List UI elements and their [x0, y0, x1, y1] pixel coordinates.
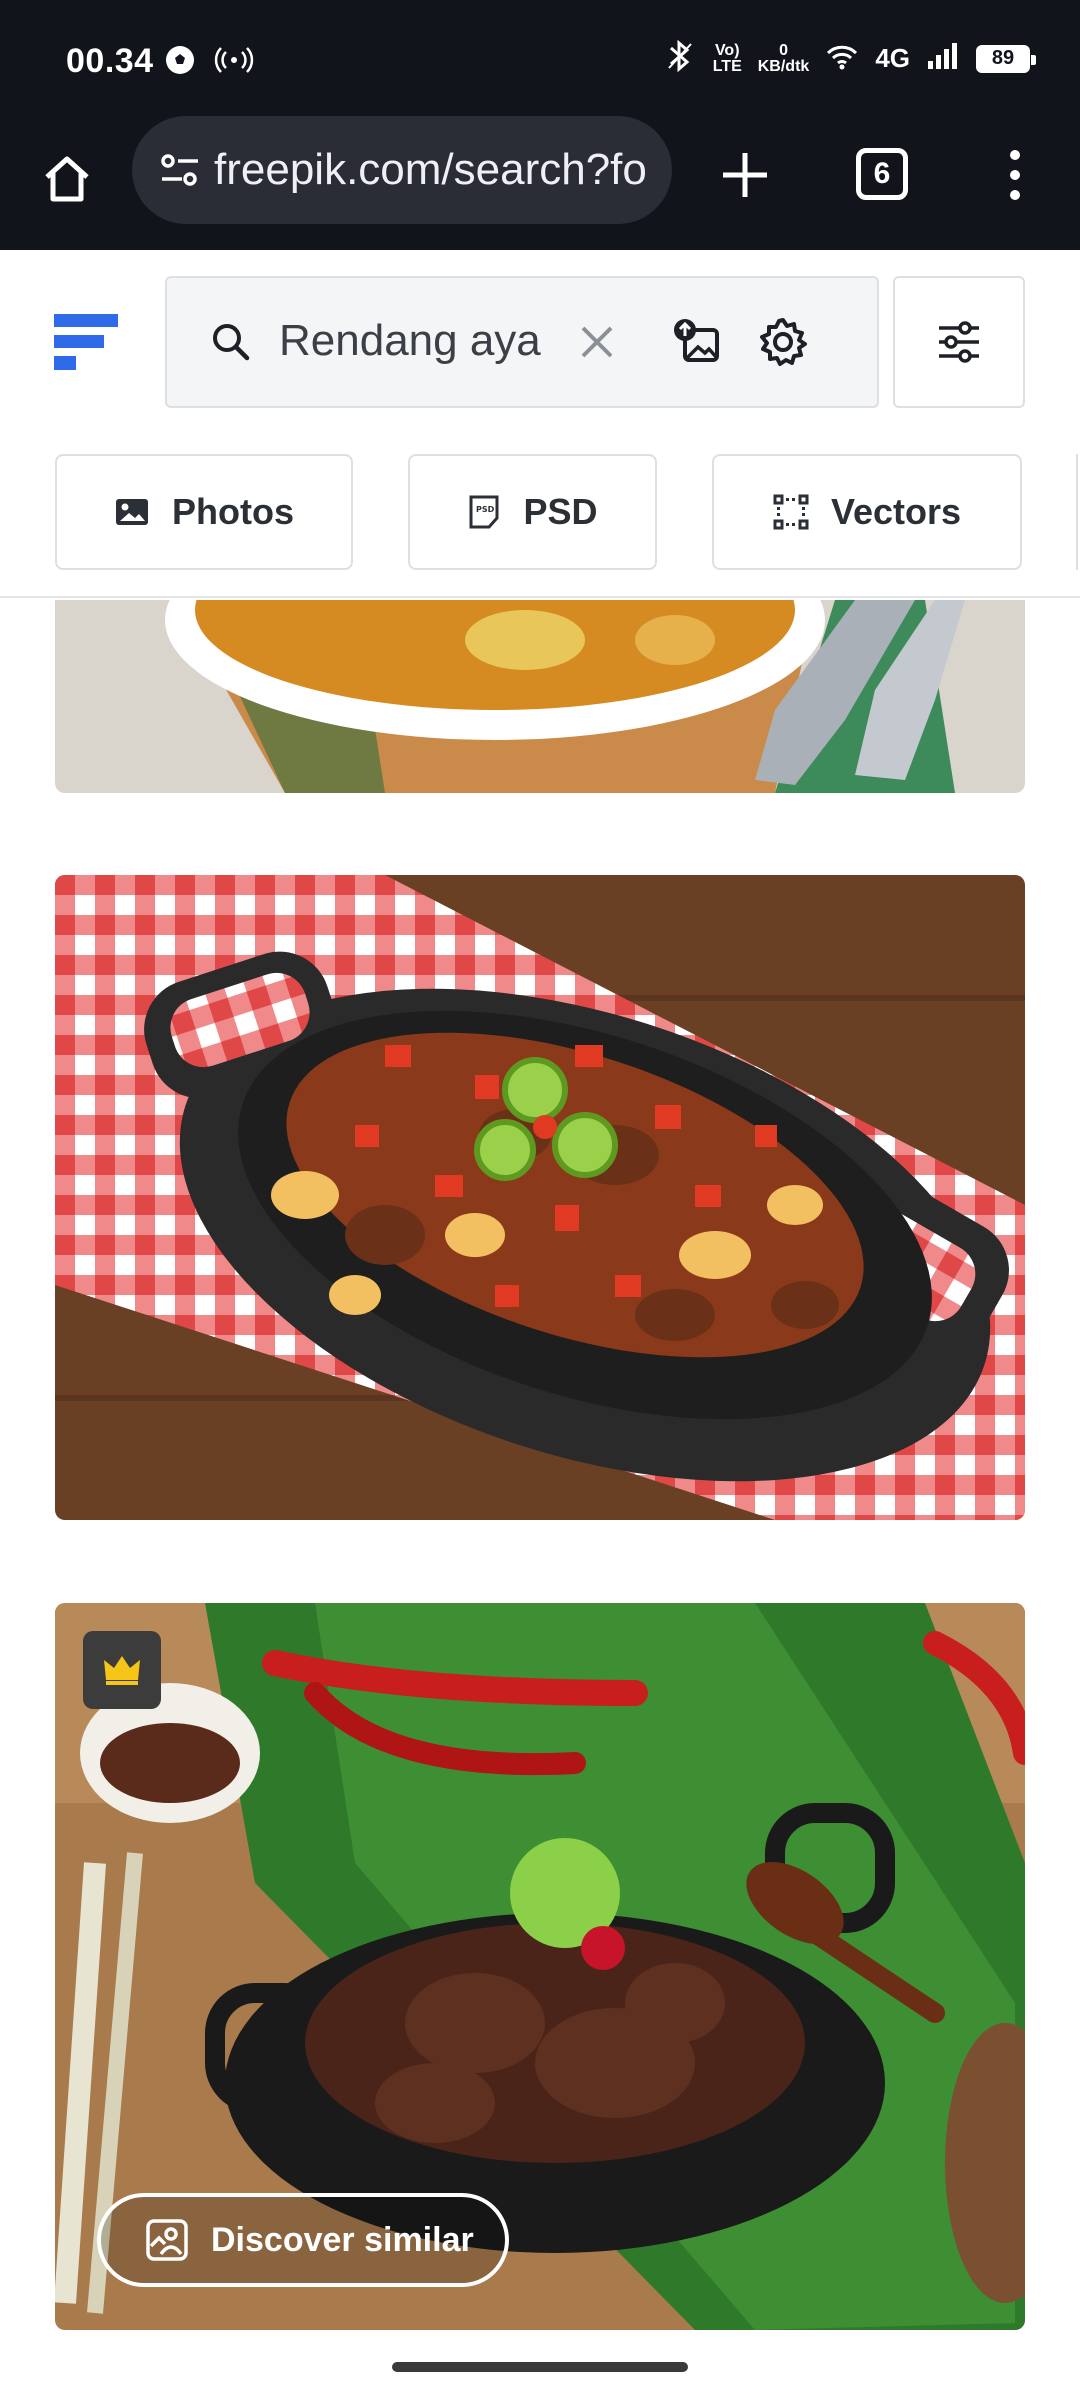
more-vert-icon [1010, 150, 1020, 200]
vector-icon [773, 494, 809, 530]
home-icon [45, 156, 89, 202]
status-left-icons [164, 44, 254, 81]
discover-similar-label: Discover similar [211, 2220, 474, 2259]
bluetooth-icon [663, 38, 697, 79]
chip-vectors[interactable]: Vectors [712, 454, 1022, 570]
search-input[interactable]: Rendang aya [279, 316, 549, 366]
volte-bottom: LTE [712, 57, 742, 75]
chip-label: Vectors [830, 491, 962, 532]
plus-icon [723, 153, 767, 197]
site-header: Rendang aya Photos PSD PSD Vectors [0, 250, 1080, 598]
hotspot-icon [214, 44, 254, 81]
url-text: freepik.com/search?fo [214, 145, 647, 194]
search-bar[interactable]: Rendang aya [165, 276, 879, 408]
result-image-2[interactable] [55, 875, 1025, 1520]
signal-icon [926, 41, 960, 76]
net-speed-unit: KB/dtk [757, 57, 810, 75]
network-type: 4G [875, 43, 910, 73]
status-right-icons: Vo) LTE 0 KB/dtk 4G 89 [663, 38, 1036, 79]
freepik-logo[interactable] [54, 310, 118, 374]
close-icon[interactable] [573, 318, 621, 366]
volte-indicator: Vo) LTE [712, 41, 742, 75]
chip-overflow-edge [1076, 454, 1080, 570]
svg-text:PSD: PSD [476, 505, 495, 514]
sliders-icon [939, 321, 979, 363]
gesture-bar[interactable] [392, 2362, 688, 2372]
chip-photos[interactable]: Photos [55, 454, 353, 570]
chip-psd[interactable]: PSD PSD [408, 454, 657, 570]
result-image-3[interactable]: Discover similar [55, 1603, 1025, 2330]
image-icon [116, 499, 148, 525]
status-time: 00.34 [66, 42, 154, 80]
filter-chips: Photos PSD PSD Vectors [0, 454, 1080, 570]
crown-icon [104, 1656, 140, 1685]
site-settings-icon[interactable] [152, 142, 208, 198]
new-tab-button[interactable] [710, 140, 780, 210]
image-person-icon [146, 2219, 188, 2261]
football-icon [164, 44, 196, 81]
home-button[interactable] [32, 144, 102, 214]
net-speed-value: 0 [779, 41, 788, 59]
gear-icon[interactable] [755, 314, 811, 370]
volte-top: Vo) [714, 41, 740, 59]
battery-indicator: 89 [976, 44, 1036, 73]
result-image-1[interactable] [55, 600, 1025, 793]
filter-button[interactable] [893, 276, 1025, 408]
chip-label: PSD [523, 491, 598, 532]
image-search-icon[interactable] [671, 314, 727, 370]
tab-switcher-button[interactable]: 6 [856, 148, 908, 200]
address-bar[interactable]: freepik.com/search?fo [132, 116, 672, 224]
chip-label: Photos [172, 491, 294, 532]
status-bar: 00.34 Vo) LTE 0 KB/dtk 4G 89 [0, 0, 1080, 110]
psd-file-icon: PSD [469, 495, 499, 529]
browser-menu-button[interactable] [990, 140, 1040, 210]
discover-similar-button[interactable]: Discover similar [97, 2193, 509, 2287]
browser-toolbar: freepik.com/search?fo 6 [0, 110, 1080, 250]
search-icon [213, 324, 250, 361]
wifi-icon [825, 41, 859, 76]
premium-badge [83, 1631, 161, 1709]
net-speed: 0 KB/dtk [757, 41, 810, 75]
